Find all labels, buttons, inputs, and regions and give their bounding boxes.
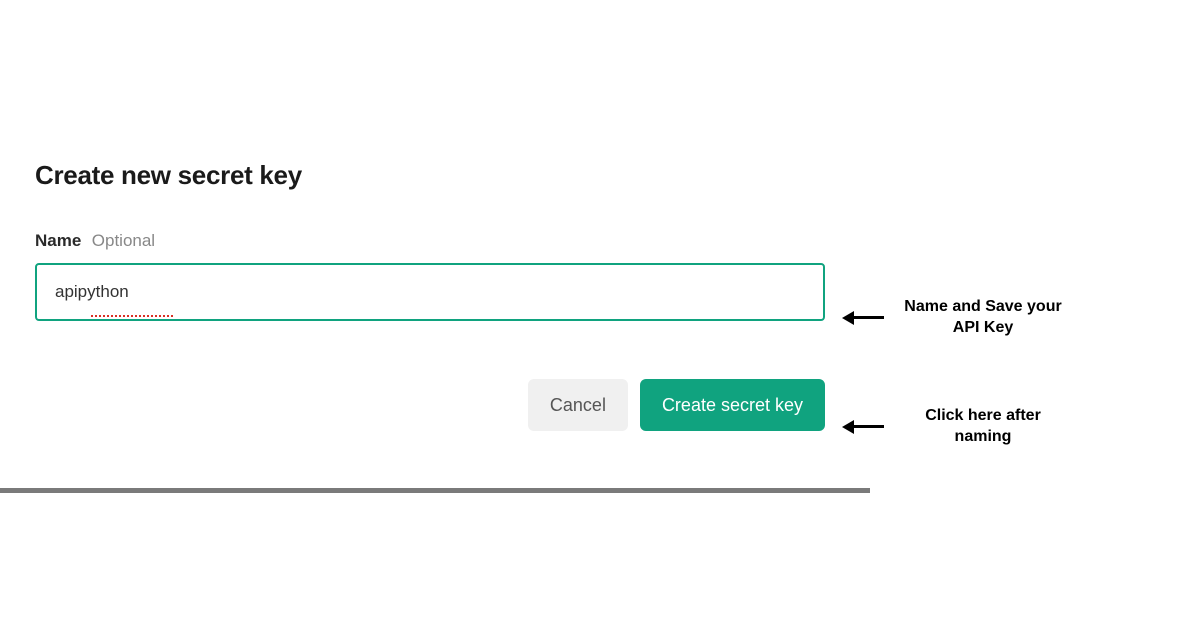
dialog-title: Create new secret key — [35, 160, 825, 191]
cancel-button[interactable]: Cancel — [528, 379, 628, 431]
name-field-label: Name — [35, 231, 81, 250]
optional-hint: Optional — [92, 231, 155, 250]
annotation-input: Name and Save your API Key — [842, 297, 1068, 339]
arrow-left-icon — [842, 311, 884, 325]
dialog-button-row: Cancel Create secret key — [35, 379, 825, 431]
create-secret-key-dialog: Create new secret key Name Optional Canc… — [35, 160, 825, 431]
arrow-left-icon — [842, 420, 884, 434]
field-label-row: Name Optional — [35, 231, 825, 251]
annotation-button: Click here after naming — [842, 406, 1068, 448]
create-secret-key-button[interactable]: Create secret key — [640, 379, 825, 431]
annotation-button-text: Click here after naming — [898, 406, 1068, 448]
divider-bar — [0, 488, 870, 493]
annotation-input-text: Name and Save your API Key — [898, 297, 1068, 339]
name-input[interactable] — [35, 263, 825, 321]
